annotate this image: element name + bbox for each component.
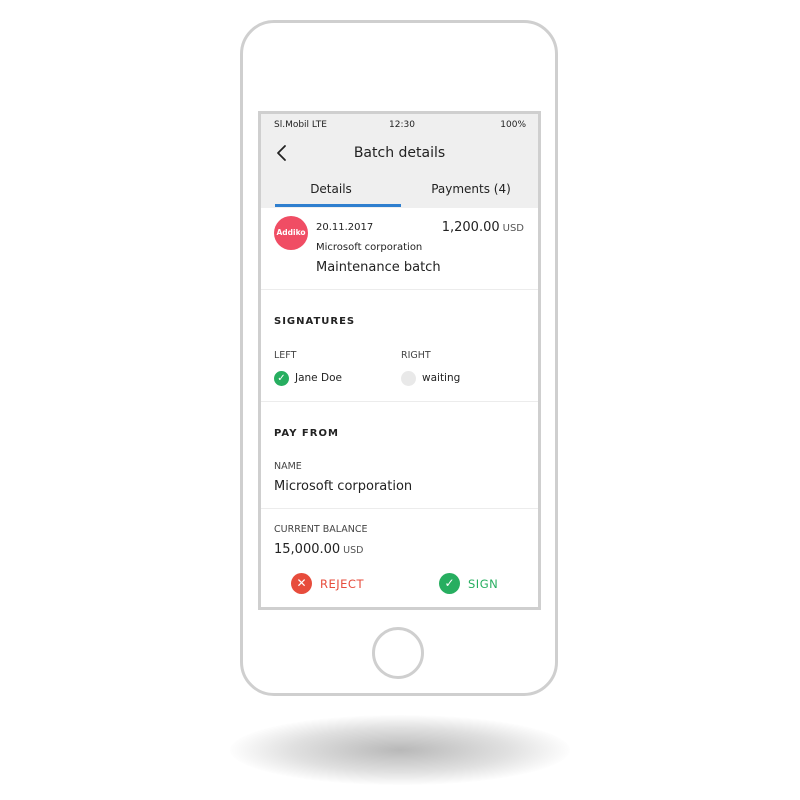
account-name-label: NAME [274, 461, 302, 472]
page-title: Batch details [353, 145, 446, 161]
phone-shadow [230, 715, 570, 785]
balance-currency: USD [343, 545, 364, 556]
check-icon: ✓ [274, 371, 289, 386]
divider [261, 508, 538, 509]
carrier-label: Sl.Mobil LTE [274, 120, 327, 130]
balance-label: CURRENT BALANCE [274, 524, 368, 535]
balance-value: 15,000.00 USD [274, 542, 363, 557]
addiko-logo: Addiko [274, 216, 308, 250]
amount-value: 1,200.00 [441, 220, 500, 235]
active-tab-indicator [275, 204, 401, 207]
reject-label: REJECT [320, 577, 364, 591]
batch-date: 20.11.2017 [316, 222, 374, 233]
app-header: Sl.Mobil LTE 12:30 100% Batch details De… [261, 114, 538, 208]
signature-left-label: LEFT [274, 350, 297, 361]
account-name-value: Microsoft corporation [274, 479, 413, 494]
signer-left-name: Jane Doe [295, 372, 342, 384]
signatures-title: SIGNATURES [274, 316, 356, 327]
signature-right-label: RIGHT [401, 350, 431, 361]
batch-amount: 1,200.00 USD [442, 220, 524, 235]
tab-details[interactable]: Details [261, 182, 401, 196]
divider [261, 401, 538, 402]
home-button[interactable] [372, 627, 424, 679]
amount-currency: USD [502, 223, 524, 234]
tab-payments[interactable]: Payments (4) [401, 182, 538, 196]
pending-icon [401, 371, 416, 386]
app-screen: Sl.Mobil LTE 12:30 100% Batch details De… [258, 111, 541, 610]
battery-label: 100% [500, 120, 526, 130]
batch-company: Microsoft corporation [316, 242, 423, 253]
close-icon: ✕ [291, 573, 312, 594]
divider [261, 289, 538, 290]
status-time: 12:30 [389, 120, 415, 130]
status-bar: Sl.Mobil LTE 12:30 100% [261, 114, 538, 134]
pay-from-title: PAY FROM [274, 428, 339, 439]
check-icon: ✓ [439, 573, 460, 594]
sign-label: SIGN [468, 577, 499, 591]
batch-name: Maintenance batch [316, 260, 441, 275]
signer-right-status: waiting [422, 372, 461, 384]
balance-amount: 15,000.00 [274, 542, 341, 557]
action-bar: ✕ REJECT ✓ SIGN [261, 563, 538, 607]
